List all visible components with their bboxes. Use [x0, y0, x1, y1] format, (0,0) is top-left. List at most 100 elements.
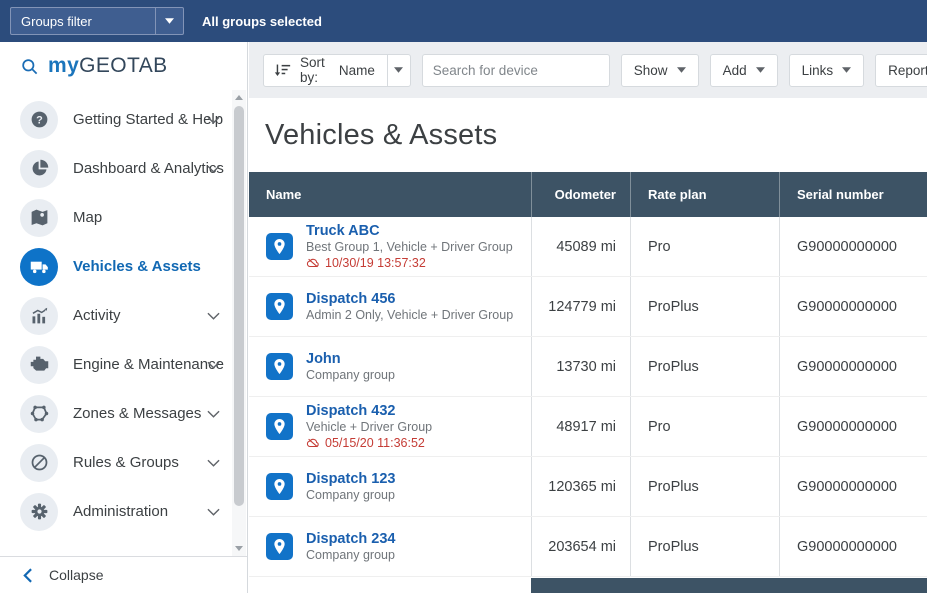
odometer-value: 124779 mi — [531, 277, 630, 336]
caret-down-icon — [394, 67, 404, 73]
rate-plan-value: Pro — [630, 217, 779, 276]
sidebar-item-dashboard-analytics[interactable]: Dashboard & Analytics — [0, 144, 247, 193]
collapse-label: Collapse — [49, 567, 104, 583]
rules-icon — [20, 443, 58, 482]
rate-plan-value: Pro — [630, 397, 779, 456]
vehicle-pin-icon — [266, 233, 293, 260]
offline-timestamp: 05/15/20 11:36:52 — [325, 435, 425, 450]
show-button[interactable]: Show — [620, 53, 699, 87]
main-content: Sort by: Name Show Add Links Report Vehi… — [249, 42, 927, 593]
table-body: Truck ABC Best Group 1, Vehicle + Driver… — [249, 217, 927, 577]
groups-filter-caret[interactable] — [155, 8, 183, 34]
table-row[interactable]: Truck ABC Best Group 1, Vehicle + Driver… — [249, 217, 927, 277]
table-bottom-bar — [531, 578, 927, 593]
rate-plan-value: ProPlus — [630, 337, 779, 396]
top-bar: Groups filter All groups selected — [0, 0, 927, 42]
vehicle-offline-status: 05/15/20 11:36:52 — [306, 436, 432, 451]
vehicle-offline-status: 10/30/19 13:57:32 — [306, 256, 513, 271]
vehicle-groups: Company group — [306, 367, 395, 382]
odometer-value: 45089 mi — [531, 217, 630, 276]
column-header-name[interactable]: Name — [249, 172, 531, 217]
caret-down-icon — [165, 18, 174, 24]
sidebar-item-zones-messages[interactable]: Zones & Messages — [0, 389, 247, 438]
cloud-off-icon — [306, 438, 319, 448]
dashboard-icon — [20, 149, 58, 188]
vehicle-groups: Company group — [306, 487, 395, 502]
table-row[interactable]: Dispatch 432 Vehicle + Driver Group 05/1… — [249, 397, 927, 457]
toolbar: Sort by: Name Show Add Links Report — [249, 42, 927, 98]
vehicle-groups: Admin 2 Only, Vehicle + Driver Group — [306, 307, 514, 322]
sidebar-item-activity[interactable]: Activity — [0, 291, 247, 340]
sidebar-item-administration[interactable]: Administration — [0, 487, 247, 536]
chevron-down-icon — [207, 165, 220, 173]
search-icon[interactable] — [20, 57, 39, 76]
engine-icon — [20, 345, 58, 384]
serial-number-value: G90000000000 — [779, 217, 927, 276]
column-header-odometer[interactable]: Odometer — [531, 172, 630, 217]
sidebar-item-vehicles-assets[interactable]: Vehicles & Assets — [0, 242, 247, 291]
scroll-down-arrow-icon[interactable] — [235, 546, 243, 551]
vehicle-pin-icon — [266, 413, 293, 440]
scroll-up-arrow-icon[interactable] — [235, 95, 243, 100]
sidebar-item-getting-started-help[interactable]: ? Getting Started & Help — [0, 95, 247, 144]
app-logo: myGEOTAB — [48, 54, 168, 77]
table-row[interactable]: John Company group 13730 mi ProPlus G900… — [249, 337, 927, 397]
scrollbar-thumb[interactable] — [234, 106, 244, 506]
vehicles-table: Name Odometer Rate plan Serial number Tr… — [249, 172, 927, 577]
table-row[interactable]: Dispatch 123 Company group 120365 mi Pro… — [249, 457, 927, 517]
groups-filter-label: Groups filter — [21, 13, 92, 29]
sidebar: myGEOTAB ? Getting Started & Help Dashbo… — [0, 42, 248, 593]
sidebar-scrollbar[interactable] — [232, 90, 246, 556]
sidebar-item-rules-groups[interactable]: Rules & Groups — [0, 438, 247, 487]
odometer-value: 13730 mi — [531, 337, 630, 396]
vehicle-name-link[interactable]: John — [306, 351, 395, 367]
offline-timestamp: 10/30/19 13:57:32 — [325, 255, 426, 270]
serial-number-value: G90000000000 — [779, 277, 927, 336]
table-row[interactable]: Dispatch 234 Company group 203654 mi Pro… — [249, 517, 927, 577]
column-header-serial-number[interactable]: Serial number — [779, 172, 927, 217]
map-icon — [20, 198, 58, 237]
sort-caret[interactable] — [388, 67, 410, 73]
vehicle-name-link[interactable]: Dispatch 234 — [306, 531, 395, 547]
sidebar-item-map[interactable]: Map — [0, 193, 247, 242]
rate-plan-value: ProPlus — [630, 277, 779, 336]
vehicle-name-link[interactable]: Dispatch 456 — [306, 291, 513, 307]
groups-filter-button[interactable]: Groups filter — [10, 7, 184, 35]
chevron-down-icon — [207, 312, 220, 320]
logo-row: myGEOTAB — [0, 42, 247, 90]
serial-number-value: G90000000000 — [779, 457, 927, 516]
chevron-down-icon — [207, 508, 220, 516]
chevron-left-icon — [23, 567, 32, 583]
serial-number-value: G90000000000 — [779, 517, 927, 576]
admin-icon — [20, 492, 58, 531]
vehicle-pin-icon — [266, 533, 293, 560]
svg-text:?: ? — [36, 114, 43, 126]
groups-selection-status: All groups selected — [202, 13, 322, 29]
vehicle-groups: Vehicle + Driver Group — [306, 419, 433, 434]
vehicle-name-link[interactable]: Dispatch 123 — [306, 471, 395, 487]
table-row[interactable]: Dispatch 456 Admin 2 Only, Vehicle + Dri… — [249, 277, 927, 337]
chevron-down-icon — [207, 361, 220, 369]
rate-plan-value: ProPlus — [630, 517, 779, 576]
caret-down-icon — [755, 67, 765, 73]
report-button[interactable]: Report — [875, 53, 927, 87]
column-header-rate-plan[interactable]: Rate plan — [630, 172, 779, 217]
vehicle-name-link[interactable]: Truck ABC — [306, 223, 513, 239]
vehicle-pin-icon — [266, 473, 293, 500]
menu-buttons: Show Add Links Report — [620, 53, 927, 87]
sidebar-collapse-button[interactable]: Collapse — [0, 556, 247, 593]
table-header-row: Name Odometer Rate plan Serial number — [249, 172, 927, 217]
sidebar-item-engine-maintenance[interactable]: Engine & Maintenance — [0, 340, 247, 389]
vehicle-groups: Company group — [306, 547, 395, 562]
add-button[interactable]: Add — [709, 53, 778, 87]
vehicle-name-link[interactable]: Dispatch 432 — [306, 403, 432, 419]
odometer-value: 48917 mi — [531, 397, 630, 456]
sort-by-button[interactable]: Sort by: Name — [263, 53, 411, 87]
vehicle-pin-icon — [266, 353, 293, 380]
truck-icon — [20, 247, 58, 286]
caret-down-icon — [676, 67, 686, 73]
sort-value: Name — [338, 62, 375, 78]
zones-icon — [20, 394, 58, 433]
links-button[interactable]: Links — [788, 53, 865, 87]
search-input[interactable] — [421, 53, 610, 87]
